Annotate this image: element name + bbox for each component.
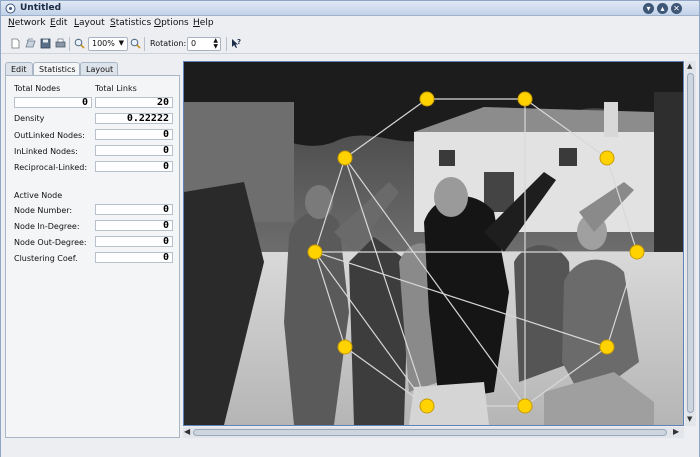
inlinked-label: InLinked Nodes: xyxy=(14,147,78,156)
graph-node xyxy=(419,398,435,414)
scroll-down-icon[interactable]: ▼ xyxy=(687,415,692,423)
horizontal-scroll-thumb[interactable] xyxy=(193,429,667,436)
app-window: Untitled ▾ ▴ ✕ Network Edit Layout Stati… xyxy=(0,0,700,457)
graph-node xyxy=(599,339,615,355)
spin-arrows-icon[interactable]: ▲ ▼ xyxy=(213,38,218,50)
menu-help[interactable]: Help xyxy=(193,18,214,28)
background-photo xyxy=(184,62,683,425)
menu-options[interactable]: Options xyxy=(154,18,189,28)
node-out-degree-label: Node Out-Degree: xyxy=(14,238,87,247)
clustering-coef-field: 0 xyxy=(95,252,173,263)
statistics-panel: Total Nodes Total Links 0 20 Density 0.2… xyxy=(5,75,180,438)
scroll-left-icon[interactable]: ◀ xyxy=(184,427,190,436)
tab-edit[interactable]: Edit xyxy=(5,62,33,76)
title-bar: Untitled ▾ ▴ ✕ xyxy=(1,1,699,16)
node-in-degree-label: Node In-Degree: xyxy=(14,222,80,231)
menu-network[interactable]: Network xyxy=(8,18,46,28)
status-bar xyxy=(1,441,699,457)
density-label: Density xyxy=(14,114,45,123)
graph-node xyxy=(337,150,353,166)
inlinked-value: 0 xyxy=(162,145,169,156)
menu-layout[interactable]: Layout xyxy=(74,18,105,28)
outlinked-value: 0 xyxy=(162,129,169,140)
zoom-in-icon[interactable] xyxy=(74,38,85,49)
reciprocal-field: 0 xyxy=(95,161,173,172)
graph-node xyxy=(337,339,353,355)
graph-node xyxy=(419,91,435,107)
new-icon[interactable] xyxy=(10,38,21,49)
tab-layout[interactable]: Layout xyxy=(80,62,118,76)
zoom-value: 100% xyxy=(92,39,115,48)
clustering-coef-value: 0 xyxy=(162,252,169,263)
total-links-label: Total Links xyxy=(95,84,137,93)
graph-node xyxy=(599,150,615,166)
node-out-degree-field: 0 xyxy=(95,236,173,247)
graph-node xyxy=(307,244,323,260)
node-number-field: 0 xyxy=(95,204,173,215)
horizontal-scrollbar[interactable]: ◀ ▶ xyxy=(183,427,684,438)
toolbar-separator xyxy=(144,37,145,51)
total-links-value: 20 xyxy=(156,97,169,108)
app-icon xyxy=(5,3,16,14)
scroll-corner xyxy=(685,427,696,438)
graph-node xyxy=(517,398,533,414)
node-in-degree-field: 0 xyxy=(95,220,173,231)
vertical-scroll-thumb[interactable] xyxy=(687,73,694,413)
toolbar-separator xyxy=(69,37,70,51)
scroll-up-icon[interactable]: ▲ xyxy=(687,62,692,70)
graph-node xyxy=(629,244,645,260)
reciprocal-value: 0 xyxy=(162,161,169,172)
node-in-degree-value: 0 xyxy=(162,220,169,231)
menu-edit[interactable]: Edit xyxy=(50,18,67,28)
total-nodes-label: Total Nodes xyxy=(14,84,61,93)
density-value: 0.22222 xyxy=(126,113,169,124)
open-icon[interactable] xyxy=(25,38,36,49)
minimize-icon[interactable]: ▾ xyxy=(643,3,654,14)
clustering-coef-label: Clustering Coef. xyxy=(14,254,78,263)
rotation-value: 0 xyxy=(191,39,197,48)
inlinked-field: 0 xyxy=(95,145,173,156)
total-links-field: 20 xyxy=(95,97,173,108)
zoom-out-icon[interactable] xyxy=(130,38,141,49)
menu-statistics[interactable]: Statistics xyxy=(110,18,151,28)
active-node-heading: Active Node xyxy=(14,191,63,200)
svg-text:?: ? xyxy=(237,38,241,46)
close-icon[interactable]: ✕ xyxy=(671,3,682,14)
window-title: Untitled xyxy=(20,3,62,13)
zoom-select[interactable]: 100% ▼ xyxy=(88,37,128,51)
chevron-down-icon: ▼ xyxy=(118,39,124,47)
graph-node xyxy=(517,91,533,107)
vertical-scrollbar[interactable]: ▲ ▼ xyxy=(685,61,696,426)
whats-this-icon[interactable]: ? xyxy=(231,38,242,49)
outlinked-field: 0 xyxy=(95,129,173,140)
outlinked-label: OutLinked Nodes: xyxy=(14,131,85,140)
rotation-spinbox[interactable]: 0 ▲ ▼ xyxy=(187,37,221,51)
scroll-right-icon[interactable]: ▶ xyxy=(673,427,679,436)
node-out-degree-value: 0 xyxy=(162,236,169,247)
menu-bar: Network Edit Layout Statistics Options H… xyxy=(1,16,699,31)
print-icon[interactable] xyxy=(55,38,66,49)
maximize-icon[interactable]: ▴ xyxy=(657,3,668,14)
reciprocal-label: Reciprocal-Linked: xyxy=(14,163,88,172)
total-nodes-value: 0 xyxy=(81,97,88,108)
rotation-label: Rotation: xyxy=(150,39,187,48)
network-canvas[interactable] xyxy=(183,61,684,426)
density-field: 0.22222 xyxy=(95,113,173,124)
total-nodes-field: 0 xyxy=(14,97,92,108)
node-number-label: Node Number: xyxy=(14,206,73,215)
node-number-value: 0 xyxy=(162,204,169,215)
toolbar-separator xyxy=(226,37,227,51)
save-icon[interactable] xyxy=(40,38,51,49)
